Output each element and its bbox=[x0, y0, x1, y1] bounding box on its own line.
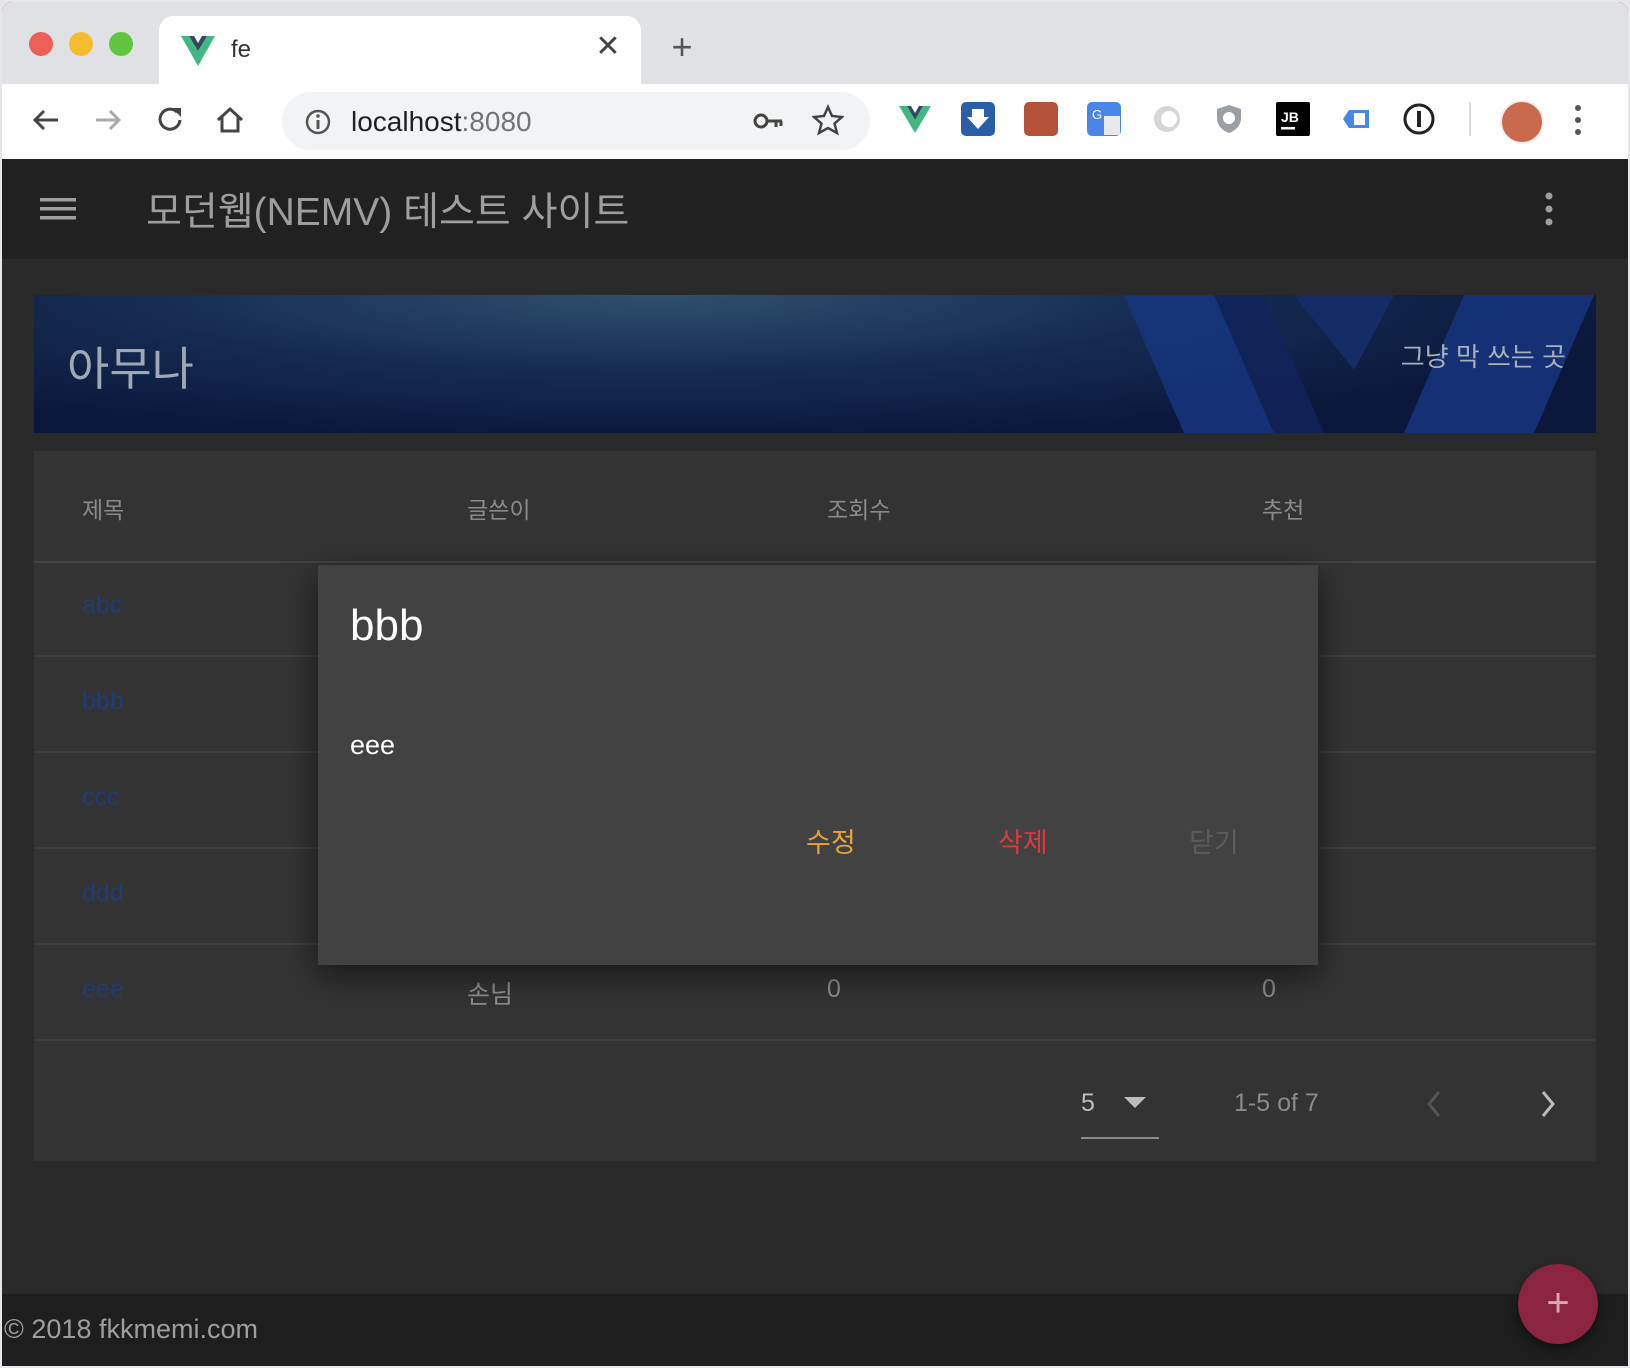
vue-logo-icon bbox=[181, 36, 215, 66]
app-more-vert-icon[interactable] bbox=[1542, 189, 1556, 229]
svg-text:G: G bbox=[1092, 107, 1102, 122]
close-window-button[interactable] bbox=[29, 32, 53, 56]
download-icon[interactable] bbox=[961, 102, 995, 136]
svg-text:JB: JB bbox=[1281, 109, 1299, 125]
profile-avatar[interactable] bbox=[1500, 100, 1544, 144]
article-author: 손님 bbox=[467, 981, 514, 1009]
url-text: localhost:8080 bbox=[351, 106, 532, 137]
article-dialog: bbb eee 수정 삭제 닫기 bbox=[318, 565, 1318, 965]
column-header-likes[interactable]: 추천 bbox=[1262, 491, 1304, 525]
info-icon[interactable] bbox=[304, 108, 332, 136]
board-title: 아무나 bbox=[67, 343, 194, 395]
password-manager-icon[interactable] bbox=[1402, 102, 1436, 136]
app-title: 모던웹(NEMV) 테스트 사이트 bbox=[146, 191, 630, 234]
page-range-info: 1-5 of 7 bbox=[1234, 1089, 1319, 1117]
copyright-text: © 2018 fkkmemi.com bbox=[4, 1314, 258, 1344]
menu-icon[interactable] bbox=[38, 193, 78, 225]
article-title-link[interactable]: eee bbox=[82, 975, 124, 1004]
toolbar-separator bbox=[1469, 102, 1471, 136]
code-icon[interactable] bbox=[1339, 102, 1373, 136]
dialog-title: bbb bbox=[350, 601, 424, 650]
address-bar[interactable]: localhost:8080 bbox=[282, 92, 870, 150]
tab-strip: fe ✕ + bbox=[2, 2, 1628, 84]
reload-icon[interactable] bbox=[150, 100, 190, 140]
column-header-views[interactable]: 조회수 bbox=[827, 491, 890, 525]
translate-icon[interactable]: G bbox=[1087, 102, 1121, 136]
forward-arrow-icon[interactable] bbox=[88, 100, 128, 140]
key-icon[interactable] bbox=[752, 106, 784, 136]
pdf-icon[interactable] bbox=[1024, 102, 1058, 136]
browser-tab[interactable]: fe ✕ bbox=[159, 16, 641, 84]
tab-close-icon[interactable]: ✕ bbox=[591, 30, 625, 64]
browser-window: fe ✕ + localhost:8080 G JB 모던웹(NEMV) 테스트… bbox=[2, 2, 1628, 1366]
dialog-content: eee bbox=[350, 730, 396, 760]
article-views: 0 bbox=[827, 975, 841, 1003]
app-bar: 모던웹(NEMV) 테스트 사이트 bbox=[2, 159, 1628, 259]
article-title-link[interactable]: ddd bbox=[82, 879, 124, 908]
dropdown-arrow-icon[interactable] bbox=[1124, 1097, 1146, 1108]
maximize-window-button[interactable] bbox=[109, 32, 133, 56]
more-vert-icon[interactable] bbox=[1572, 102, 1584, 138]
column-header-author[interactable]: 글쓴이 bbox=[467, 491, 530, 525]
select-underline bbox=[1081, 1137, 1159, 1139]
article-title-link[interactable]: bbb bbox=[82, 687, 124, 716]
new-tab-button[interactable]: + bbox=[664, 29, 700, 66]
board-subtitle: 그냥 막 쓰는 곳 bbox=[1400, 342, 1566, 372]
back-arrow-icon[interactable] bbox=[26, 100, 66, 140]
article-title-link[interactable]: ccc bbox=[82, 783, 120, 812]
shield-icon[interactable] bbox=[1212, 102, 1246, 136]
table-header: 제목 글쓴이 조회수 추천 bbox=[34, 451, 1596, 563]
board-hero-banner: 아무나 그냥 막 쓰는 곳 bbox=[34, 295, 1596, 433]
article-title-link[interactable]: abc bbox=[82, 591, 122, 620]
rows-per-page-select[interactable]: 5 bbox=[1081, 1089, 1095, 1118]
delete-button[interactable]: 삭제 bbox=[998, 821, 1048, 860]
browser-toolbar: localhost:8080 G JB bbox=[2, 84, 1628, 161]
close-dialog-button[interactable]: 닫기 bbox=[1189, 821, 1239, 860]
home-icon[interactable] bbox=[210, 100, 250, 140]
article-likes: 0 bbox=[1262, 975, 1276, 1003]
chevron-left-icon[interactable] bbox=[1422, 1087, 1446, 1121]
add-article-button[interactable]: + bbox=[1518, 1264, 1598, 1344]
tab-title: fe bbox=[231, 36, 252, 63]
vue-devtools-icon[interactable] bbox=[898, 102, 932, 136]
table-pagination: 5 1-5 of 7 bbox=[34, 1047, 1596, 1161]
edit-button[interactable]: 수정 bbox=[806, 821, 856, 860]
jetbrains-icon[interactable]: JB bbox=[1276, 102, 1310, 136]
footer: © 2018 fkkmemi.com bbox=[2, 1294, 1628, 1366]
chevron-right-icon[interactable] bbox=[1536, 1087, 1560, 1121]
minimize-window-button[interactable] bbox=[69, 32, 93, 56]
hero-background-shapes bbox=[34, 295, 1596, 433]
star-icon[interactable] bbox=[812, 104, 844, 136]
column-header-title[interactable]: 제목 bbox=[82, 491, 124, 525]
ring-icon[interactable] bbox=[1150, 102, 1184, 136]
